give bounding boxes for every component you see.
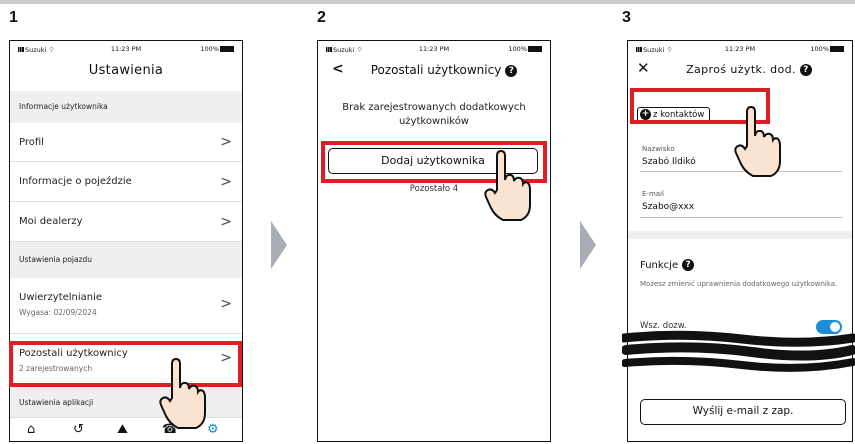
- chevron-right-icon: >: [220, 296, 232, 312]
- field-divider: [640, 217, 842, 218]
- settings-item-authentication[interactable]: Uwierzytelnianie Wygasa: 02/09/2024 >: [10, 278, 242, 334]
- status-bar: Suzuki ⌔ 11:23 PM 100%: [628, 45, 852, 55]
- email-field[interactable]: Szabo@xxx: [642, 202, 694, 212]
- battery-icon: [220, 46, 234, 52]
- functions-header: Funkcje?: [640, 259, 695, 271]
- chevron-right-icon: >: [220, 134, 232, 150]
- settings-item-label: Profil: [19, 137, 44, 148]
- step-arrow-icon: [580, 221, 596, 269]
- pointer-hand-icon: [734, 106, 781, 177]
- help-icon[interactable]: ?: [682, 259, 695, 271]
- section-app-settings: Ustawienia aplikacji: [10, 386, 242, 420]
- section-user-info: Informacje użytkownika: [10, 91, 242, 123]
- status-bar: Suzuki ⌔ 11:23 PM 100%: [318, 45, 550, 55]
- page-title: Ustawienia: [88, 63, 164, 78]
- settings-item-profile[interactable]: Profil >: [10, 123, 242, 162]
- settings-item-dealers[interactable]: Moi dealerzy >: [10, 202, 242, 242]
- battery-icon: [830, 46, 844, 52]
- chevron-right-icon: >: [220, 174, 232, 190]
- step-arrow-icon: [271, 221, 287, 269]
- history-icon[interactable]: ↺: [73, 422, 84, 437]
- functions-description: Możesz zmienić uprawnienia dodatkowego u…: [640, 280, 838, 288]
- help-icon[interactable]: ?: [505, 64, 518, 77]
- functions-label: Funkcje: [640, 260, 679, 271]
- battery-icon: [528, 46, 542, 52]
- status-bar: Suzuki ⌔ 11:23 PM 100%: [10, 45, 242, 55]
- page-header: Zaproś użytk. dod.?: [646, 63, 852, 76]
- page-title: Pozostali użytkownicy: [370, 63, 502, 77]
- page-title: Zaproś użytk. dod.: [686, 63, 796, 76]
- battery-text: 100%: [810, 45, 829, 53]
- pointer-hand-icon: [159, 358, 206, 429]
- help-icon[interactable]: ?: [799, 64, 812, 76]
- step-number-2: 2: [317, 9, 326, 26]
- top-divider: [0, 0, 855, 4]
- email-label: E-mail: [642, 190, 664, 198]
- section-vehicle-settings: Ustawienia pojazdu: [10, 242, 242, 278]
- settings-item-label: Moi dealerzy: [19, 216, 83, 227]
- settings-item-label: Uwierzytelnianie: [19, 292, 103, 303]
- step-number-1: 1: [9, 9, 18, 26]
- settings-item-label: Informacje o pojeździe: [19, 176, 132, 187]
- phone-screen-other-users: Suzuki ⌔ 11:23 PM 100% < Pozostali użytk…: [317, 40, 551, 442]
- battery-text: 100%: [508, 45, 527, 53]
- battery-text: 100%: [200, 45, 219, 53]
- section-divider: [628, 231, 852, 239]
- step-number-3: 3: [622, 9, 631, 26]
- highlight-box: [9, 341, 242, 387]
- settings-icon[interactable]: ⚙: [207, 422, 219, 437]
- pointer-hand-icon: [484, 150, 531, 221]
- surname-field[interactable]: Szabó Ildikó: [642, 157, 696, 167]
- home-icon[interactable]: ⌂: [27, 422, 35, 437]
- page-header: Pozostali użytkownicy?: [318, 63, 550, 77]
- settings-item-vehicle-info[interactable]: Informacje o pojeździe >: [10, 162, 242, 202]
- send-invite-button[interactable]: Wyślij e-mail z zap.: [640, 399, 846, 425]
- empty-message: Brak zarejestrowanych dodatkowych użytko…: [342, 102, 526, 127]
- tab-bar: ⌂ ↺ ⛰ ☎ ⚙: [10, 417, 242, 441]
- redaction-scribble: [622, 330, 855, 372]
- surname-label: Nazwisko: [642, 145, 675, 153]
- map-icon[interactable]: ⛰: [117, 422, 128, 437]
- expiry-date: Wygasa: 02/09/2024: [19, 308, 97, 317]
- chevron-right-icon: >: [220, 214, 232, 230]
